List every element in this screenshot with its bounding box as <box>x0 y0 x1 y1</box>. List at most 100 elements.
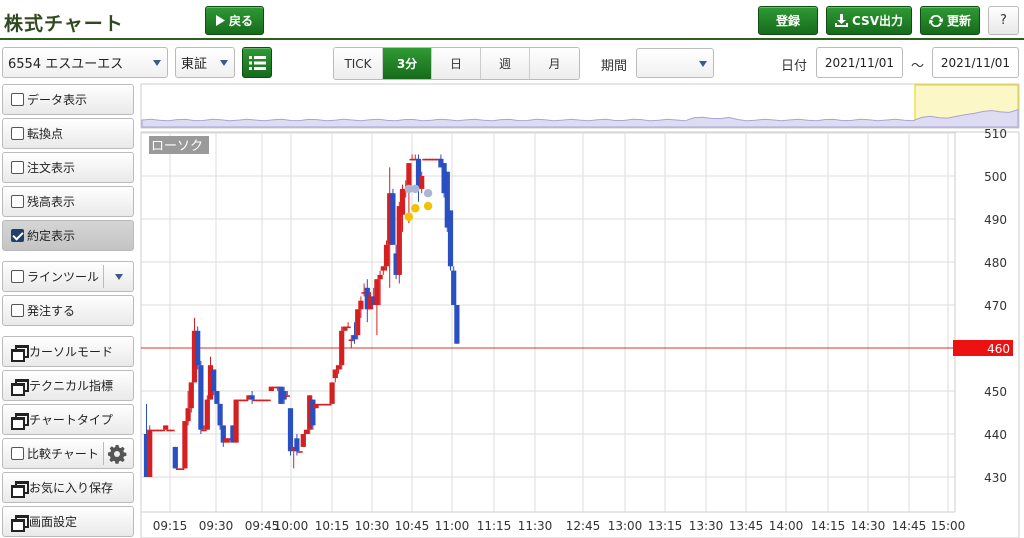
checkbox[interactable] <box>11 270 24 283</box>
candle-body <box>259 399 265 402</box>
interval-tab[interactable]: 月 <box>530 48 579 79</box>
candle-body <box>415 158 422 189</box>
x-tick-label: 10:15 <box>315 519 350 533</box>
date-to-input[interactable]: 2021/11/01 <box>932 47 1019 78</box>
interval-tab[interactable]: 週 <box>481 48 530 79</box>
candle-body <box>268 386 274 391</box>
candle-body <box>150 429 156 432</box>
candle-body <box>233 399 239 443</box>
sidebar-item[interactable]: 画面設定 <box>2 506 134 537</box>
sidebar-item-label: 約定表示 <box>27 229 76 243</box>
checkbox[interactable] <box>11 93 24 106</box>
stock-select[interactable]: 6554 エスユーエス <box>2 47 168 78</box>
candle-body <box>255 399 262 402</box>
refresh-icon <box>928 14 943 27</box>
candle-body <box>252 399 258 402</box>
market-select[interactable]: 東証 <box>175 47 235 78</box>
sidebar-item-label: 比較チャート <box>27 447 99 461</box>
candle-body <box>371 296 377 305</box>
interval-tab[interactable]: 日 <box>432 48 481 79</box>
sidebar-item[interactable]: データ表示 <box>2 84 134 115</box>
candle-body <box>195 330 201 366</box>
checkbox[interactable] <box>11 304 24 317</box>
window-icon <box>11 515 29 532</box>
sidebar-item[interactable]: カーソルモード <box>2 336 134 367</box>
sidebar-item[interactable]: 注文表示 <box>2 152 134 183</box>
x-tick-label: 13:45 <box>729 519 764 533</box>
candle-body <box>179 468 185 470</box>
register-button[interactable]: 登録 <box>758 6 818 35</box>
sidebar-item[interactable]: ラインツール <box>2 261 134 292</box>
candle-body <box>278 386 284 404</box>
candle-body <box>329 382 335 404</box>
sidebar-item-label: 画面設定 <box>29 515 78 529</box>
candle-body <box>220 425 226 443</box>
date-label: 日付 <box>781 59 808 74</box>
candle-body <box>159 429 166 432</box>
checkbox[interactable] <box>11 161 24 174</box>
chevron-down-icon[interactable] <box>115 274 123 280</box>
candle-body <box>342 326 348 331</box>
candle-body <box>406 163 412 189</box>
list-view-button[interactable] <box>242 47 272 78</box>
date-from-input[interactable]: 2021/11/01 <box>816 47 903 78</box>
divider <box>103 265 104 288</box>
interval-tab[interactable]: 3分 <box>383 48 432 79</box>
sidebar-item[interactable]: チャートタイプ <box>2 404 134 435</box>
period-select[interactable] <box>636 48 714 78</box>
candle-body <box>313 403 319 409</box>
refresh-button[interactable]: 更新 <box>920 6 980 35</box>
candle-body <box>201 429 207 432</box>
candle-body <box>182 421 188 469</box>
candle-body <box>444 171 450 228</box>
candle-body <box>262 399 268 402</box>
checkbox[interactable] <box>11 229 24 242</box>
x-tick-label: 14:15 <box>811 519 846 533</box>
candle-body <box>175 468 182 470</box>
candle-body <box>393 253 399 275</box>
period-label: 期間 <box>601 59 628 74</box>
sidebar-item-label: 注文表示 <box>27 161 76 175</box>
gear-icon[interactable] <box>107 444 127 464</box>
x-tick-label: 10:30 <box>355 519 390 533</box>
x-tick-label: 15:00 <box>931 519 966 533</box>
buy-trade-marker <box>423 201 433 211</box>
interval-tab[interactable]: TICK <box>334 48 383 79</box>
sidebar-item[interactable]: 残高表示 <box>2 186 134 217</box>
back-button[interactable]: 戻る <box>205 6 264 35</box>
sidebar-item[interactable]: 転換点 <box>2 118 134 149</box>
candle-body <box>412 158 418 161</box>
candle-body <box>403 188 409 191</box>
x-tick-label: 13:00 <box>608 519 643 533</box>
x-tick-label: 09:45 <box>245 519 280 533</box>
sidebar-item[interactable]: お気に入り保存 <box>2 472 134 503</box>
help-button[interactable]: ? <box>988 6 1019 35</box>
checkbox[interactable] <box>11 447 24 460</box>
sidebar-item[interactable]: テクニカル指標 <box>2 370 134 401</box>
candle-body <box>377 274 383 280</box>
candle-body <box>204 399 210 430</box>
sidebar-item[interactable]: 比較チャート <box>2 438 134 469</box>
candle-body <box>345 326 351 329</box>
sidebar-item[interactable]: 発注する <box>2 295 134 326</box>
candle-body <box>198 365 204 430</box>
candle-body <box>399 188 406 215</box>
chart-canvas[interactable]: 09:15 09:30 09:4510:00 10:15 10:30 10:45 11:00… <box>0 0 1024 538</box>
candle-body <box>191 330 198 383</box>
candle-body <box>409 158 415 161</box>
x-tick-label: 11:00 <box>435 519 470 533</box>
y-tick-label: 450 <box>984 385 1007 399</box>
checkbox[interactable] <box>11 127 24 140</box>
sidebar-item[interactable]: 約定表示 <box>2 220 134 251</box>
candle-body <box>236 399 242 402</box>
csv-export-button[interactable]: CSV出力 <box>826 6 912 35</box>
candle-body <box>367 296 374 310</box>
checkbox[interactable] <box>11 195 24 208</box>
sell-trade-marker <box>404 184 414 194</box>
csv-export-label: CSV出力 <box>852 14 903 28</box>
overview-window <box>914 84 1019 128</box>
candle-body <box>441 163 447 194</box>
candle-body <box>294 438 300 452</box>
candle-body <box>358 300 364 310</box>
candle-body <box>374 279 380 305</box>
